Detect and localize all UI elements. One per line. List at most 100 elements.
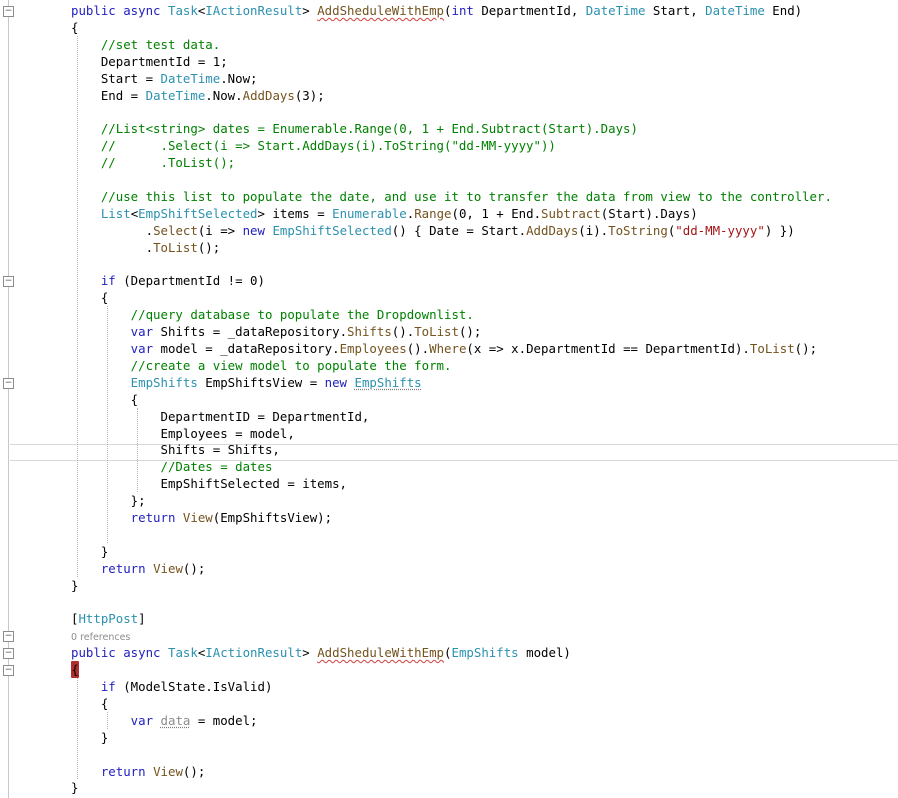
code-token: model = _dataRepository. <box>160 341 340 356</box>
code-line[interactable] <box>71 746 898 763</box>
code-line[interactable]: DepartmentId = 1; <box>71 53 898 70</box>
code-token: (); <box>794 341 818 356</box>
code-token: EmpShiftSelected <box>138 205 258 221</box>
code-token: if <box>71 679 124 694</box>
code-line[interactable]: if (ModelState.IsValid) <box>71 678 898 695</box>
code-line[interactable]: EmpShiftSelected = items, <box>71 475 898 492</box>
code-token: ( <box>444 3 452 18</box>
code-token: HttpPost <box>78 611 139 627</box>
code-token: .Now; <box>220 70 258 86</box>
code-line[interactable]: var data = model; <box>71 712 898 729</box>
code-token: . <box>71 222 154 238</box>
code-line[interactable]: [HttpPost] <box>71 610 898 627</box>
code-token: var <box>71 712 161 728</box>
code-token: ToList <box>749 341 795 356</box>
code-line[interactable]: //Dates = dates <box>71 458 898 475</box>
code-line[interactable]: { <box>71 695 898 712</box>
code-line[interactable] <box>71 526 898 543</box>
code-line[interactable]: .Select(i => new EmpShiftSelected() { Da… <box>71 222 898 239</box>
code-token: { <box>71 695 109 711</box>
collapse-icon[interactable]: − <box>3 6 14 17</box>
code-token: Enumerable <box>332 205 407 221</box>
code-token: //set test data. <box>71 36 221 52</box>
code-line[interactable]: return View(); <box>71 560 898 577</box>
code-line[interactable]: var Shifts = _dataRepository.Shifts().To… <box>71 323 898 340</box>
code-token: (Start).Days) <box>600 205 698 221</box>
code-token: Start = <box>71 70 161 86</box>
code-line[interactable]: var model = _dataRepository.Employees().… <box>71 340 898 357</box>
code-line[interactable] <box>71 171 898 188</box>
code-token: > <box>302 3 318 18</box>
code-line[interactable]: //List<string> dates = Enumerable.Range(… <box>71 120 898 137</box>
code-token: . <box>71 239 154 255</box>
code-line[interactable]: { <box>71 661 898 679</box>
code-line[interactable]: //create a view model to populate the fo… <box>71 357 898 374</box>
code-line[interactable]: } <box>71 729 898 746</box>
code-token: // .ToList(); <box>71 155 236 171</box>
code-line[interactable]: Start = DateTime.Now; <box>71 70 898 87</box>
code-token: Subtract <box>541 205 601 221</box>
code-line[interactable]: End = DateTime.Now.AddDays(3); <box>71 87 898 104</box>
code-token: (); <box>458 324 482 340</box>
code-line[interactable]: //query database to populate the Dropdow… <box>71 306 898 323</box>
code-token: (). <box>406 341 430 356</box>
collapse-icon[interactable]: − <box>3 377 14 389</box>
code-line[interactable]: } <box>71 543 898 560</box>
code-line[interactable]: return View(); <box>71 763 898 780</box>
collapse-icon[interactable]: − <box>3 631 14 643</box>
code-line[interactable] <box>71 256 898 273</box>
code-token: Task <box>167 645 198 661</box>
code-line[interactable]: } <box>71 577 898 594</box>
code-line[interactable]: Employees = model, <box>71 425 898 442</box>
code-editor[interactable]: − − − − − − public async Task<IActionResult> … <box>0 0 898 798</box>
code-token: AddDays <box>526 222 579 238</box>
code-token: Shifts <box>347 324 392 340</box>
code-line[interactable]: .ToList(); <box>71 239 898 256</box>
code-token: AddDays <box>242 87 295 103</box>
code-token: (i). <box>578 222 609 238</box>
code-line[interactable] <box>71 103 898 120</box>
code-token: Select <box>153 222 198 238</box>
code-line[interactable]: public async Task<IActionResult> AddShed… <box>71 644 898 661</box>
code-token: List <box>71 205 131 221</box>
code-token: (ModelState.IsValid) <box>123 679 273 694</box>
code-token: EmpShifts <box>451 645 527 661</box>
code-token: DateTime <box>705 3 773 18</box>
code-line[interactable]: { <box>71 289 898 306</box>
code-token: Employees <box>339 341 407 356</box>
code-line[interactable]: // .ToList(); <box>71 154 898 171</box>
code-token: End = <box>71 87 146 103</box>
code-line[interactable]: DepartmentID = DepartmentId, <box>71 408 898 425</box>
code-token: public <box>71 3 124 18</box>
code-token: View <box>153 560 183 576</box>
code-token: = model; <box>190 712 258 728</box>
code-line[interactable]: //set test data. <box>71 36 898 53</box>
code-line[interactable]: 0 references <box>71 627 898 643</box>
code-line[interactable] <box>71 594 898 611</box>
code-line[interactable]: Shifts = Shifts, <box>71 441 898 458</box>
code-token: (0, 1 + End. <box>451 205 542 221</box>
code-line[interactable]: //use this list to populate the date, an… <box>71 188 898 205</box>
code-line[interactable]: { <box>71 391 898 408</box>
code-line[interactable]: // .Select(i => Start.AddDays(i).ToStrin… <box>71 137 898 154</box>
collapse-icon[interactable]: − <box>3 648 14 660</box>
code-line[interactable]: if (DepartmentId != 0) <box>71 272 898 289</box>
collapse-icon[interactable]: − <box>3 276 14 288</box>
code-token: //use this list to populate the date, an… <box>71 188 832 204</box>
code-token: (); <box>197 239 221 255</box>
code-token: { <box>71 19 79 35</box>
code-line[interactable]: List<EmpShiftSelected> items = Enumerabl… <box>71 205 898 222</box>
code-line[interactable]: } <box>71 779 898 796</box>
code-token: ( <box>444 645 452 661</box>
code-token: DepartmentId, <box>481 3 586 18</box>
code-token: ] <box>138 611 146 627</box>
code-line[interactable]: return View(EmpShiftsView); <box>71 509 898 526</box>
code-token: }; <box>71 493 146 509</box>
code-token: AddSheduleWithEmp <box>317 645 445 661</box>
code-line[interactable]: }; <box>71 492 898 509</box>
code-line[interactable]: { <box>71 19 898 36</box>
code-token: () { Date = Start. <box>391 222 527 238</box>
code-line[interactable]: public async Task<IActionResult> AddShed… <box>71 2 898 19</box>
code-line[interactable]: EmpShifts EmpShiftsView = new EmpShifts <box>71 374 898 391</box>
collapse-icon[interactable]: − <box>3 665 14 677</box>
